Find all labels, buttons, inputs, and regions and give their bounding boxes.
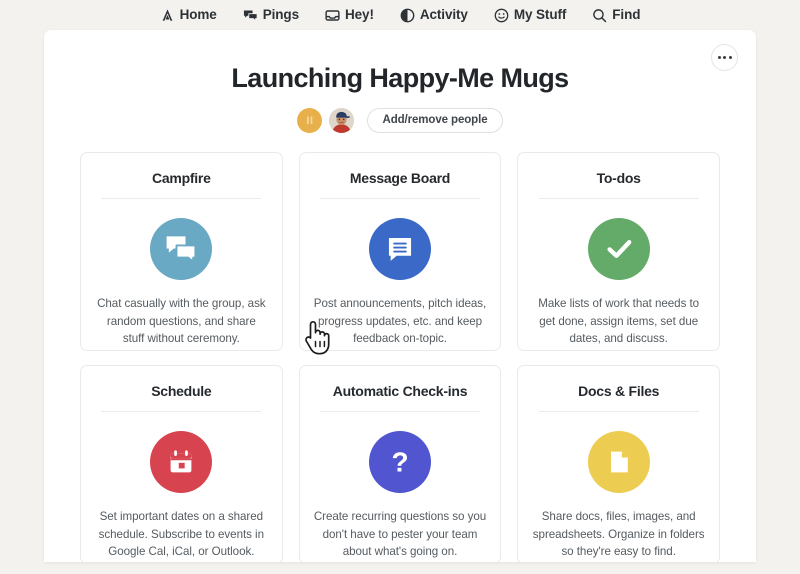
- inbox-tray-icon: [325, 8, 340, 23]
- dot: [717, 56, 721, 59]
- svg-text:?: ?: [391, 447, 408, 478]
- divider: [101, 198, 262, 199]
- card-description: Post announcements, pitch ideas, progres…: [313, 297, 487, 346]
- avatar[interactable]: II: [297, 108, 323, 133]
- document-page-icon: [587, 431, 650, 493]
- divider: [538, 198, 699, 199]
- magnifier-icon: [592, 8, 607, 23]
- card-description: Create recurring questions so you don't …: [313, 510, 487, 559]
- card-schedule[interactable]: Schedule Set important dates on a shared…: [80, 365, 283, 562]
- nav-item-activity[interactable]: Activity: [400, 8, 468, 23]
- nav-item-label: Pings: [262, 7, 299, 23]
- message-lines-icon: [368, 218, 431, 280]
- card-to-dos[interactable]: To-dos Make lists of work that needs to …: [517, 152, 720, 351]
- people-row: II Add/remove people: [44, 108, 756, 133]
- divider: [319, 411, 480, 412]
- card-automatic-check-ins[interactable]: Automatic Check-ins ? Create recurring q…: [298, 365, 502, 562]
- divider: [538, 411, 699, 412]
- add-remove-people-button[interactable]: Add/remove people: [367, 108, 503, 133]
- card-title: Message Board: [349, 170, 451, 186]
- dot: [723, 56, 726, 59]
- dot: [728, 56, 732, 59]
- card-title: Schedule: [151, 383, 212, 399]
- card-description: Share docs, files, images, and spreadshe…: [532, 510, 705, 559]
- campfire-icon: [160, 8, 175, 23]
- half-circle-icon: [400, 8, 415, 23]
- card-message-board[interactable]: Message Board Post announcements, pitch …: [298, 152, 502, 351]
- checkmark-icon: [587, 218, 650, 280]
- tools-grid: Campfire Chat casually with the group, a…: [80, 152, 720, 562]
- card-title: Docs & Files: [578, 383, 660, 399]
- card-description: Make lists of work that needs to get don…: [538, 297, 700, 346]
- page-title: Launching Happy-Me Mugs: [231, 63, 569, 93]
- nav-item-label: Activity: [419, 7, 468, 23]
- card-title: Automatic Check-ins: [332, 383, 468, 399]
- card-docs-and-files[interactable]: Docs & Files Share docs, files, images, …: [517, 365, 720, 562]
- chat-bubbles-icon: [150, 218, 213, 280]
- nav-item-label: Home: [179, 7, 217, 23]
- question-mark-icon: ?: [368, 431, 431, 493]
- nav-item-find[interactable]: Find: [592, 8, 640, 23]
- card-description: Set important dates on a shared schedule…: [98, 510, 264, 559]
- nav-item-hey[interactable]: Hey!: [325, 8, 374, 23]
- divider: [319, 198, 480, 199]
- nav-item-my-stuff[interactable]: My Stuff: [494, 8, 566, 23]
- card-campfire[interactable]: Campfire Chat casually with the group, a…: [80, 152, 283, 351]
- nav-item-label: Find: [612, 7, 641, 23]
- more-options-button[interactable]: [711, 44, 738, 71]
- chat-bubbles-icon: [243, 8, 258, 23]
- nav-item-label: My Stuff: [513, 7, 567, 23]
- nav-item-pings[interactable]: Pings: [243, 8, 299, 23]
- avatar[interactable]: [329, 108, 355, 133]
- card-title: To-dos: [596, 170, 641, 186]
- smiley-face-icon: [494, 8, 509, 23]
- card-description: Chat casually with the group, ask random…: [97, 297, 266, 346]
- calendar-icon: [150, 431, 213, 493]
- top-navigation: Home Pings Hey! Activity My Stuff Find: [0, 0, 800, 30]
- card-title: Campfire: [151, 170, 211, 186]
- project-panel: Launching Happy-Me Mugs II Add/remove pe…: [44, 30, 756, 562]
- nav-item-home[interactable]: Home: [160, 8, 217, 23]
- nav-item-label: Hey!: [344, 7, 374, 23]
- divider: [101, 411, 262, 412]
